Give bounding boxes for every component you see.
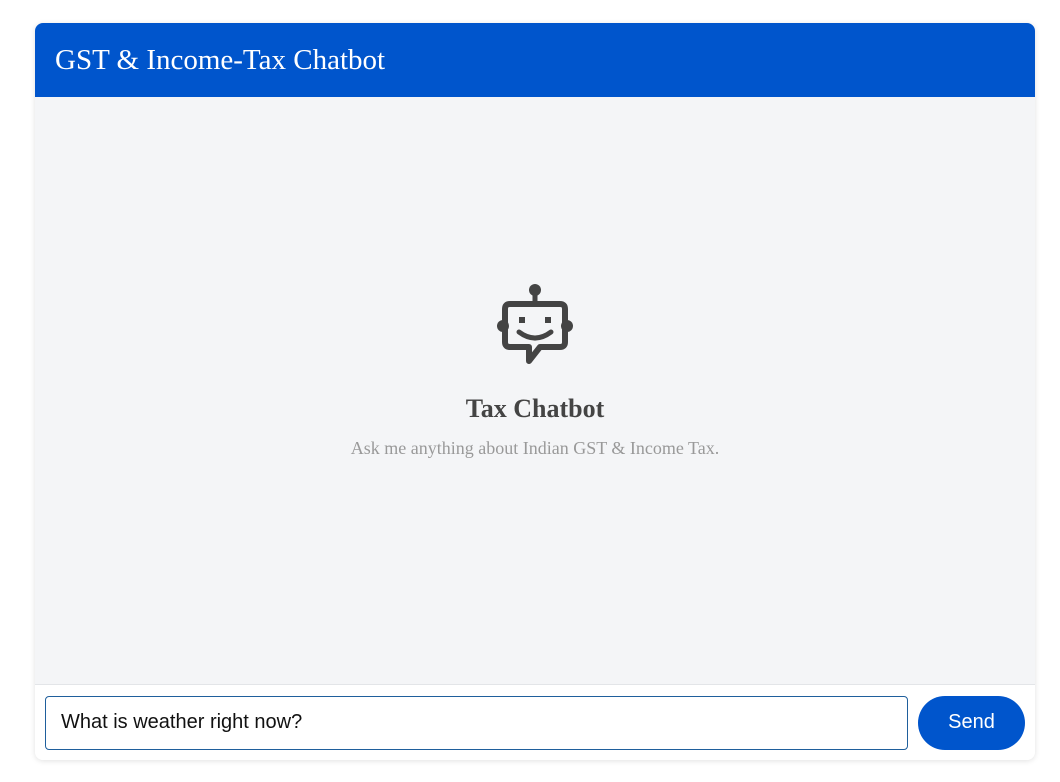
send-button[interactable]: Send bbox=[918, 695, 1025, 750]
robot-chat-icon bbox=[497, 284, 573, 364]
chatbot-window: GST & Income-Tax Chatbot Tax Chatbot Ask… bbox=[35, 23, 1035, 760]
empty-state-title: Tax Chatbot bbox=[465, 394, 605, 423]
message-input[interactable] bbox=[45, 695, 908, 750]
app-title: GST & Income-Tax Chatbot bbox=[55, 43, 386, 76]
header-bar: GST & Income-Tax Chatbot bbox=[35, 23, 1035, 97]
empty-state: Tax Chatbot Ask me anything about Indian… bbox=[350, 282, 720, 459]
empty-state-subtitle: Ask me anything about Indian GST & Incom… bbox=[350, 438, 720, 458]
chat-messages-area[interactable]: Tax Chatbot Ask me anything about Indian… bbox=[35, 97, 1035, 684]
message-composer: Send bbox=[35, 684, 1035, 760]
